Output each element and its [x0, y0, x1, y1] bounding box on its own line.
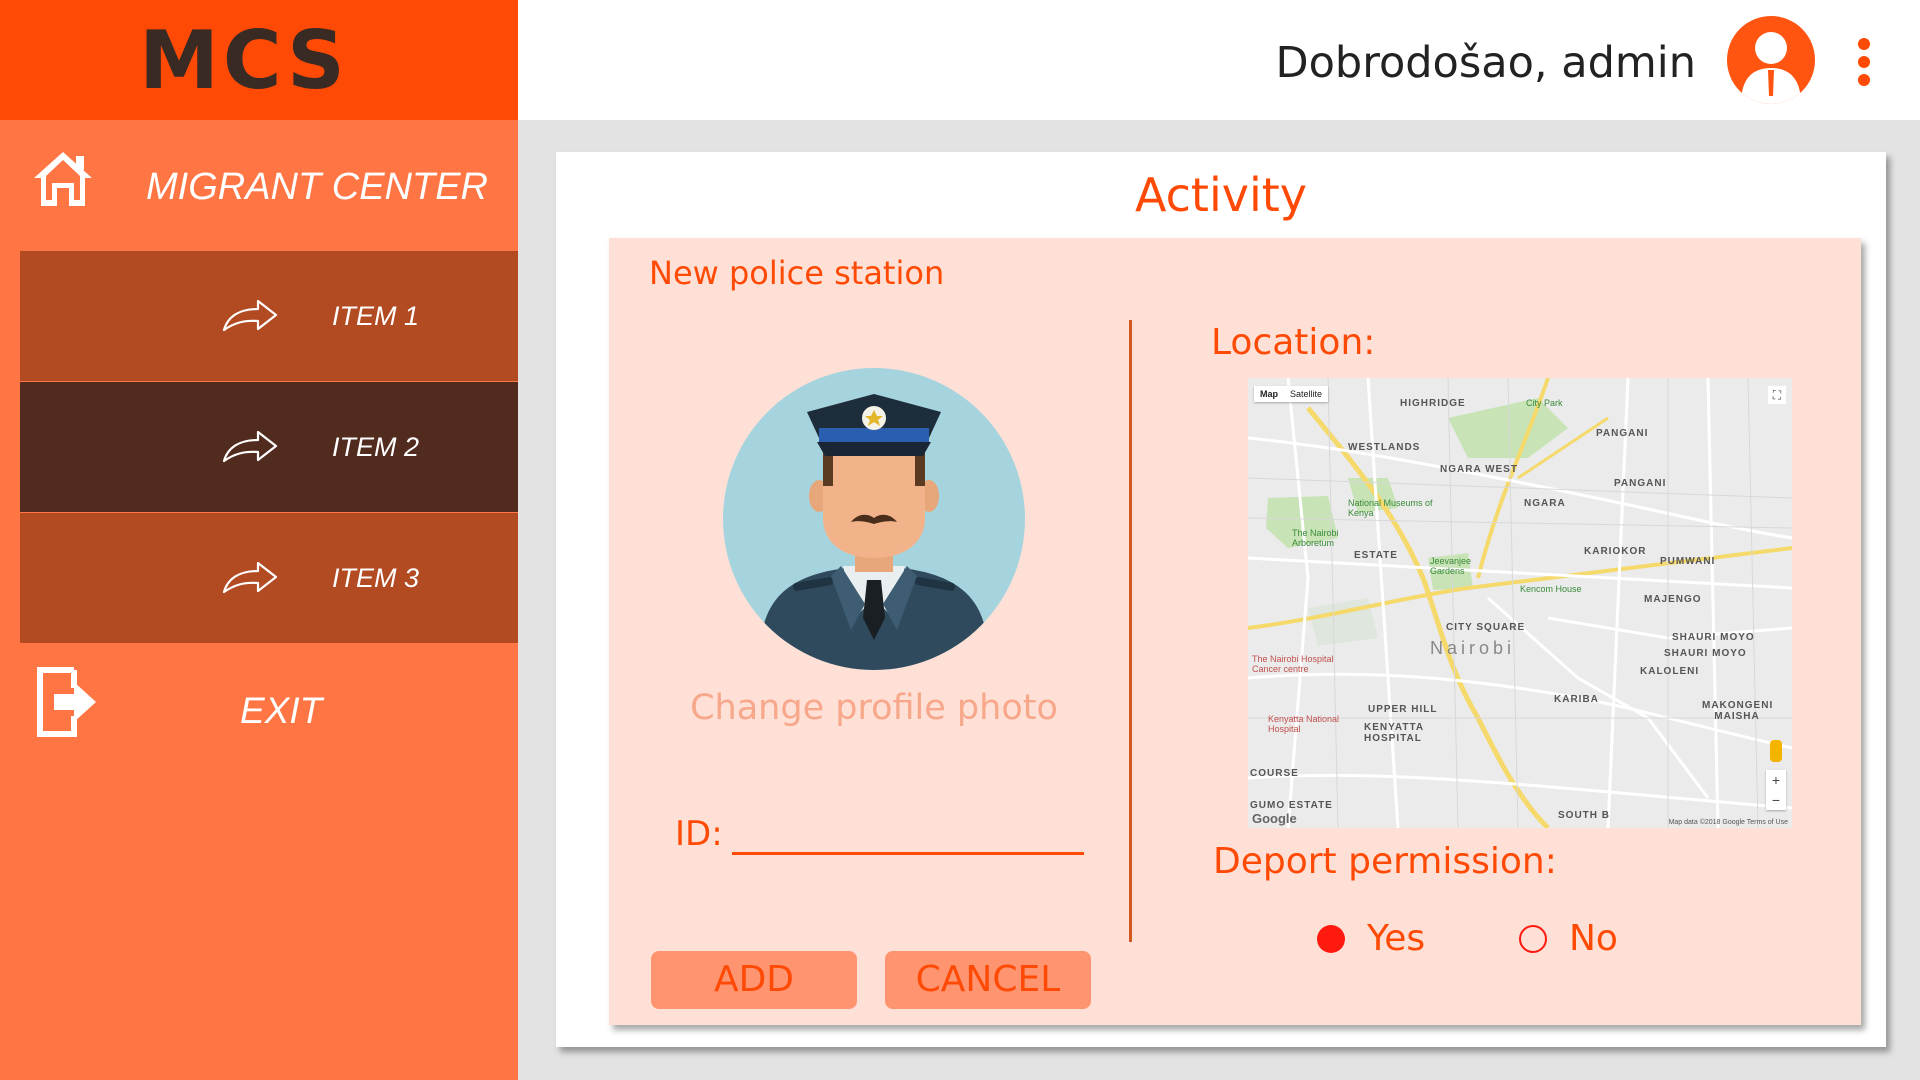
deport-permission-label: Deport permission:	[1213, 841, 1557, 882]
radio-label: No	[1569, 918, 1618, 959]
radio-label: Yes	[1367, 918, 1426, 959]
map-roads	[1248, 378, 1792, 828]
sidebar-item-label: ITEM 3	[332, 563, 420, 593]
map-place-label: The Nairobi Hospital Cancer centre	[1252, 654, 1334, 674]
add-button[interactable]: ADD	[651, 951, 857, 1009]
form-panel: New police station Change profile photo …	[609, 238, 1861, 1025]
sidebar-item-label: ITEM 1	[332, 301, 420, 331]
map-place-label: SHAURI MOYO	[1664, 648, 1747, 659]
sidebar-item-migrant-center[interactable]: MIGRANT CENTER	[0, 120, 518, 250]
sidebar-item-label: EXIT	[240, 690, 323, 731]
more-menu-icon[interactable]	[1856, 38, 1872, 88]
map-place-label: KARIBA	[1554, 694, 1599, 705]
logo-bar: MCS	[0, 0, 518, 120]
map-place-label: KALOLENI	[1640, 666, 1700, 677]
home-icon	[34, 152, 92, 206]
top-bar: Dobrodošao, admin	[518, 0, 1920, 120]
deport-no-radio[interactable]: No	[1519, 918, 1618, 959]
cancel-button[interactable]: CANCEL	[885, 951, 1091, 1009]
map-place-label: The Nairobi Arboretum	[1292, 528, 1339, 548]
map-zoom-control[interactable]: + −	[1766, 770, 1786, 810]
sidebar: MCS MIGRANT CENTER ITEM 1 ITEM 2 ITEM 3	[0, 0, 518, 1080]
location-map[interactable]: Map Satellite ⛶ + − HIGHRIDGE City Park …	[1248, 378, 1792, 828]
sidebar-item-3[interactable]: ITEM 3	[20, 513, 518, 643]
map-place-label: Kenyatta National Hospital	[1268, 714, 1340, 734]
map-place-label: MAKONGENI MAISHA	[1702, 700, 1774, 722]
vertical-divider	[1129, 320, 1132, 942]
map-place-label: KARIOKOR	[1584, 546, 1647, 557]
map-place-label: HIGHRIDGE	[1400, 398, 1466, 409]
sidebar-item-2[interactable]: ITEM 2	[20, 382, 518, 512]
form-subtitle: New police station	[649, 254, 945, 292]
map-place-label: SHAURI MOYO	[1672, 632, 1755, 643]
radio-checked-icon	[1317, 924, 1345, 953]
map-place-label: UPPER HILL	[1368, 704, 1438, 715]
activity-card: Activity New police station Change profi…	[556, 152, 1886, 1047]
user-avatar[interactable]	[1727, 16, 1815, 104]
share-arrow-icon	[222, 561, 278, 594]
map-place-label: CITY SQUARE	[1446, 622, 1526, 633]
welcome-text: Dobrodošao, admin	[1275, 38, 1697, 88]
zoom-out-icon[interactable]: −	[1766, 790, 1786, 810]
map-type-toggle[interactable]: Map Satellite	[1254, 386, 1329, 402]
map-place-label: SOUTH B	[1558, 810, 1610, 821]
page-title: Activity	[1134, 168, 1308, 222]
id-input[interactable]	[732, 813, 1084, 855]
profile-photo[interactable]	[723, 368, 1025, 670]
map-toggle-satellite[interactable]: Satellite	[1284, 386, 1328, 402]
map-place-label: National Museums of Kenya	[1348, 498, 1433, 518]
google-logo: Google	[1252, 811, 1297, 826]
sidebar-item-1[interactable]: ITEM 1	[20, 251, 518, 381]
map-place-label: Jeevanjee Gardens	[1430, 556, 1472, 576]
map-place-label: NGARA	[1524, 498, 1566, 509]
change-photo-link[interactable]: Change profile photo	[669, 688, 1079, 728]
app-logo[interactable]: MCS	[139, 14, 348, 107]
id-label: ID:	[675, 814, 723, 854]
map-place-label: PANGANI	[1614, 478, 1667, 489]
user-icon	[1741, 32, 1801, 104]
sidebar-item-exit[interactable]: EXIT	[0, 644, 518, 764]
sidebar-item-label: ITEM 2	[332, 432, 420, 462]
police-officer-avatar-icon	[763, 394, 985, 670]
map-toggle-map[interactable]: Map	[1254, 386, 1284, 402]
map-place-label: GUMO ESTATE	[1250, 800, 1333, 811]
sidebar-item-label: MIGRANT CENTER	[146, 166, 488, 208]
deport-yes-radio[interactable]: Yes	[1317, 918, 1425, 959]
map-place-label: WESTLANDS	[1348, 442, 1421, 453]
map-place-label: City Park	[1526, 398, 1563, 408]
map-place-label: PUMWANI	[1660, 556, 1716, 567]
map-place-label: MAJENGO	[1644, 594, 1702, 605]
share-arrow-icon	[222, 299, 278, 332]
map-place-label: PANGANI	[1596, 428, 1649, 439]
zoom-in-icon[interactable]: +	[1766, 770, 1786, 790]
map-city-label: Nairobi	[1430, 638, 1516, 658]
map-place-label: ESTATE	[1354, 550, 1398, 561]
location-label: Location:	[1211, 322, 1376, 363]
map-place-label: Kencom House	[1520, 584, 1582, 594]
fullscreen-icon[interactable]: ⛶	[1768, 386, 1786, 404]
map-place-label: NGARA WEST	[1440, 464, 1518, 475]
pegman-icon[interactable]	[1770, 740, 1782, 762]
map-footer[interactable]: Map data ©2018 Google Terms of Use	[1669, 819, 1788, 826]
radio-unchecked-icon	[1519, 924, 1547, 953]
share-arrow-icon	[222, 430, 278, 463]
map-place-label: KENYATTA HOSPITAL	[1364, 722, 1424, 744]
exit-icon	[37, 667, 96, 737]
map-place-label: COURSE	[1250, 768, 1299, 779]
